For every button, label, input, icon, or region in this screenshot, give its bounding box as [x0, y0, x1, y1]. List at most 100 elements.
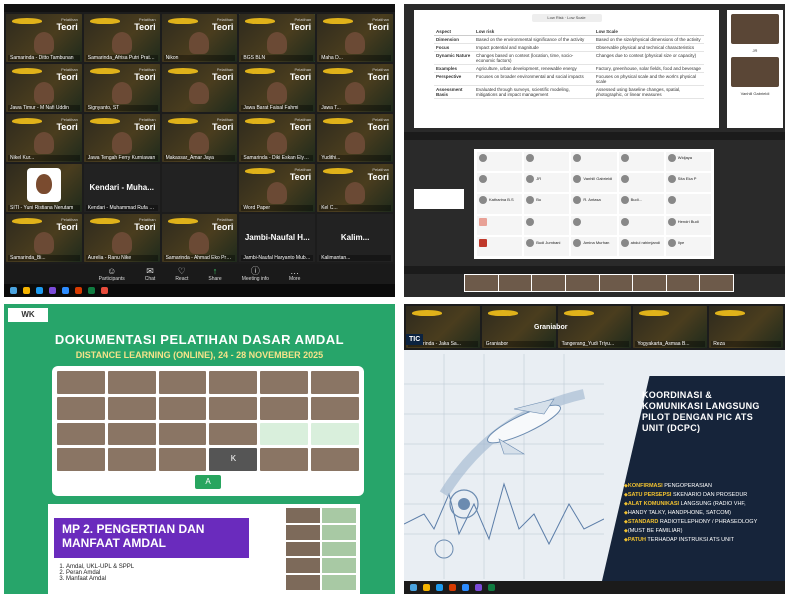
- participant-video: [267, 32, 288, 54]
- documentation-poster: WK DOKUMENTASI PELATIHAN DASAR AMDAL DIS…: [4, 304, 395, 594]
- participant-tile[interactable]: [477, 215, 523, 235]
- participant-tile[interactable]: Pelatihan Teori Jawa Barat Faisal Fahmi: [239, 64, 316, 112]
- table-cell: Evaluated through surveys, scientific mo…: [474, 85, 594, 99]
- participant-tile[interactable]: Widjaya: [665, 152, 711, 172]
- excel-icon[interactable]: [88, 287, 95, 294]
- participant-tile[interactable]: [161, 164, 238, 212]
- participant-video: [33, 132, 54, 154]
- windows-start-icon[interactable]: [10, 287, 17, 294]
- excel-icon[interactable]: [488, 584, 495, 591]
- participant-tile[interactable]: Kalim... Kalimantan...: [317, 214, 393, 262]
- participant-tile[interactable]: Pelatihan Teori Makassar_Amar Jaya: [161, 114, 238, 162]
- table-cell: Impact potential and magnitude: [474, 43, 594, 52]
- participant-tile[interactable]: Pelatihan Teori Nikel Kur...: [6, 114, 82, 162]
- participant-tile[interactable]: Bu: [524, 194, 570, 214]
- teori-label: Pelatihan Teori: [56, 217, 77, 232]
- participant-tile[interactable]: Pelatihan Teori Maha D...: [317, 14, 393, 62]
- participant-tile[interactable]: JR: [524, 173, 570, 193]
- teams-icon[interactable]: [475, 584, 482, 591]
- participant-display-name: Jambi-Naufal H...: [244, 233, 310, 243]
- participant-tile[interactable]: Vanhill Gabrieldi: [571, 173, 617, 193]
- edge-icon[interactable]: [36, 287, 43, 294]
- participant-tile[interactable]: [665, 194, 711, 214]
- toolbar-chat-button[interactable]: ✉ Chat: [145, 266, 156, 282]
- slide-heading: KOORDINASI & KOMUNIKASI LANGSUNG PILOT D…: [642, 390, 760, 433]
- participant-tile[interactable]: [618, 173, 664, 193]
- participant-tile[interactable]: [571, 215, 617, 235]
- participant-tile[interactable]: Yogyakarta_Asmaa B...: [633, 306, 708, 348]
- toolbar-meeting-info-button[interactable]: ⓘ Meeting info: [242, 266, 269, 282]
- participant-tile[interactable]: Pelatihan Teori BGS BLN: [239, 14, 316, 62]
- bullet-text: HANDY TALKY, HANDPHONE, SATCOM): [627, 510, 731, 516]
- file-explorer-icon[interactable]: [23, 287, 30, 294]
- participant-tile[interactable]: Jambi-Naufal H... Jambi-Naufal Haryanto M…: [239, 214, 316, 262]
- participant-tile[interactable]: Pelatihan Teori Word Paper: [239, 164, 316, 212]
- participant-tile: [158, 422, 207, 446]
- participant-tile[interactable]: [477, 152, 523, 172]
- participant-tile[interactable]: [524, 152, 570, 172]
- participant-tile[interactable]: Pelatihan Teori Samarinda_Bi...: [6, 214, 82, 262]
- participant-video: [189, 232, 210, 254]
- participant-tile[interactable]: [618, 215, 664, 235]
- toolbar-participants-button[interactable]: ☺ Participants: [99, 266, 125, 282]
- participant-tile[interactable]: Pelatihan Teori Jawa T...: [317, 64, 393, 112]
- participant-tile[interactable]: Pelatihan Teori Samarinda_Afrisa Putri Pra…: [83, 14, 160, 62]
- banner-logo-icon: [89, 118, 120, 124]
- participant-tile[interactable]: Sita Eka P: [665, 173, 711, 193]
- participant-tile[interactable]: R. Antasa: [571, 194, 617, 214]
- participant-tile[interactable]: [618, 152, 664, 172]
- participant-video: [345, 82, 366, 104]
- edge-icon[interactable]: [436, 584, 443, 591]
- toolbar-more-button[interactable]: … More: [289, 266, 300, 282]
- teori-text: Teori: [212, 22, 234, 32]
- participant-tile[interactable]: Pelatihan Teori Signyanto, ST: [83, 64, 160, 112]
- participant-tile[interactable]: Pelatihan Teori Samarinda - Ditto Tambunan: [6, 14, 82, 62]
- participant-name: Reza: [711, 341, 781, 347]
- zoom-icon[interactable]: [62, 287, 69, 294]
- slide-bullet: SATU PERSEPSI SKENARIO DAN PROSEDUR: [624, 491, 757, 500]
- file-explorer-icon[interactable]: [423, 584, 430, 591]
- participant-tile[interactable]: Budi...: [618, 194, 664, 214]
- participant-avatar: [667, 196, 676, 205]
- participant-tile[interactable]: Katharina B.S: [477, 194, 523, 214]
- participant-name: Widjaya: [677, 155, 693, 160]
- participant-tile[interactable]: abdul rahimjandi: [618, 236, 664, 256]
- powerpoint-icon[interactable]: [449, 584, 456, 591]
- participant-tile[interactable]: [477, 173, 523, 193]
- participant-tile[interactable]: [524, 215, 570, 235]
- participant-tile[interactable]: Hendri Budi: [665, 215, 711, 235]
- participant-tile[interactable]: Reza: [709, 306, 783, 348]
- participant-tile[interactable]: Pelatihan Teori Jawa Timur - M Nafi Uddin: [6, 64, 82, 112]
- participant-tile[interactable]: Pelatihan Teori: [161, 64, 238, 112]
- participant-tile: [209, 371, 258, 394]
- participant-tile[interactable]: [477, 236, 523, 256]
- participant-tile[interactable]: Pelatihan Teori Yudithi...: [317, 114, 393, 162]
- participant-tile[interactable]: Pelatihan Teori Aurelia - Ranu Nike: [83, 214, 160, 262]
- zoom-icon[interactable]: [462, 584, 469, 591]
- banner-logo-icon: [639, 310, 670, 316]
- table-cell: Changes due to context (physical size or…: [593, 51, 704, 65]
- participant-tile[interactable]: Budi Jumbani: [524, 236, 570, 256]
- teori-label: Pelatihan Teori: [134, 17, 155, 32]
- participant-tile[interactable]: Tangerang_Yudi Triyu...: [557, 306, 632, 348]
- teams-icon[interactable]: [49, 287, 56, 294]
- app-icon[interactable]: [101, 287, 108, 294]
- toolbar-share-button[interactable]: ↑ Share: [208, 266, 221, 282]
- toolbar-react-button[interactable]: ♡ React: [175, 266, 188, 282]
- slide-bullet: ALAT KOMUNIKASI LANGSUNG (RADIO VHF,: [624, 500, 757, 509]
- powerpoint-icon[interactable]: [75, 287, 82, 294]
- windows-start-icon[interactable]: [410, 584, 417, 591]
- participant-tile[interactable]: Amina Murhan: [571, 236, 617, 256]
- participant-tile[interactable]: Pelatihan Teori Kel C...: [317, 164, 393, 212]
- participant-tile[interactable]: Kendari - Muha... Kendari - Muhammad Rufa…: [83, 164, 160, 212]
- teori-text: Teori: [134, 22, 156, 32]
- participant-tile[interactable]: Pelatihan Teori Jawa Tengah Ferry Kurniawa…: [83, 114, 160, 162]
- participant-tile[interactable]: Pelatihan Teori Samarinda - Diki Eskan Ely…: [239, 114, 316, 162]
- participant-tile[interactable]: [571, 152, 617, 172]
- participant-name: Katharina B.S: [489, 197, 514, 203]
- participant-tile[interactable]: Ilpe: [665, 236, 711, 256]
- participant-avatar: [667, 238, 676, 247]
- participant-tile[interactable]: SITI - Yuni Ristiana Nerutam: [6, 164, 82, 212]
- participant-tile[interactable]: Pelatihan Teori Samarinda - Ahmad Eko Prat…: [161, 214, 238, 262]
- participant-tile[interactable]: Pelatihan Teori Nikon: [161, 14, 238, 62]
